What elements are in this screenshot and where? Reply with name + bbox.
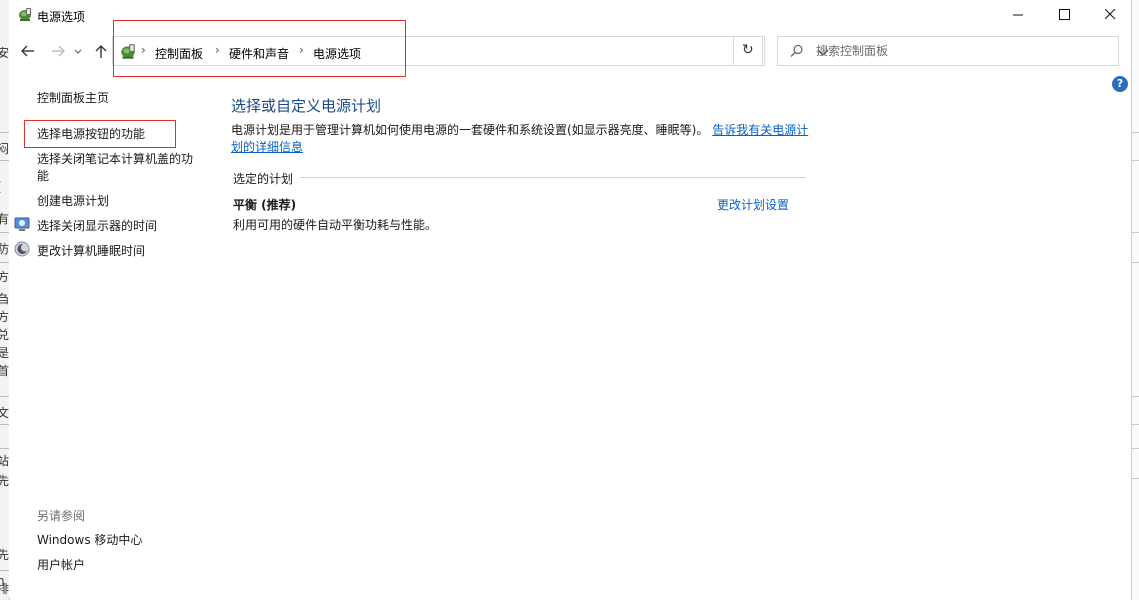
background-text-fragment: 安 — [0, 44, 9, 61]
background-divider — [1132, 396, 1139, 397]
minimize-button[interactable] — [995, 0, 1041, 30]
background-divider — [1132, 478, 1139, 479]
annotation-box-power-button — [24, 120, 176, 148]
search-input[interactable] — [816, 42, 1106, 60]
background-divider — [0, 448, 9, 449]
background-divider — [0, 570, 9, 571]
background-window-right — [1131, 0, 1139, 600]
background-divider — [1132, 448, 1139, 449]
learn-more-link-part-1[interactable]: 告诉我有关电源计 — [712, 123, 808, 137]
search-icon — [790, 44, 803, 57]
see-also-mobility-center[interactable]: Windows 移动中心 — [37, 531, 142, 548]
background-divider — [0, 424, 9, 425]
power-options-window: 电源选项 › 控制面板 › 硬件和声音 › 电源选项 ↻ 搜索控制面板 ? 控制… — [9, 0, 1131, 597]
search-box[interactable] — [777, 36, 1119, 66]
background-text-fragment: 先 — [0, 472, 9, 489]
background-divider — [1132, 262, 1139, 263]
page-title: 选择或自定义电源计划 — [231, 97, 382, 115]
plan-name: 平衡 (推荐) — [233, 198, 297, 212]
plan-description: 利用可用的硬件自动平衡功耗与性能。 — [233, 218, 438, 232]
recent-locations-chevron-icon[interactable] — [73, 42, 83, 60]
close-icon — [1105, 9, 1116, 20]
power-options-icon — [19, 8, 31, 21]
maximize-button[interactable] — [1041, 0, 1087, 30]
refresh-button[interactable]: ↻ — [733, 36, 763, 66]
section-divider — [300, 177, 806, 178]
help-icon[interactable]: ? — [1112, 76, 1128, 92]
sidebar-item-lid-close[interactable]: 选择关闭笔记本计算机盖的功 — [37, 150, 193, 167]
annotation-box-breadcrumb — [113, 20, 406, 77]
background-divider — [1132, 232, 1139, 233]
sidebar-item-lid-close-wrap[interactable]: 能 — [37, 167, 49, 184]
selected-plan-heading: 选定的计划 — [233, 172, 294, 186]
sidebar-item-display-off[interactable]: 选择关闭显示器的时间 — [37, 217, 157, 234]
background-divider — [0, 132, 9, 133]
background-text-fragment: ( — [0, 180, 2, 194]
sleep-moon-icon — [14, 241, 30, 257]
background-text-fragment: 方 — [0, 268, 9, 285]
background-text-fragment: 防 — [0, 240, 9, 257]
background-text-fragment: 站 — [0, 452, 9, 469]
change-plan-settings-link[interactable]: 更改计划设置 — [717, 196, 789, 213]
background-divider — [1132, 132, 1139, 133]
see-also-user-accounts[interactable]: 用户帐户 — [37, 556, 85, 573]
background-divider — [0, 262, 9, 263]
background-divider — [0, 396, 9, 397]
background-text-fragment: 排 — [0, 580, 9, 597]
background-divider — [0, 232, 9, 233]
background-text-fragment: 文 — [0, 404, 9, 421]
background-text-fragment: 首 — [0, 362, 9, 379]
back-arrow-icon[interactable] — [19, 42, 37, 60]
background-text-fragment: 有 — [0, 210, 9, 227]
window-title: 电源选项 — [37, 10, 86, 24]
maximize-icon — [1059, 9, 1070, 20]
sidebar-item-sleep-time[interactable]: 更改计算机睡眠时间 — [37, 242, 145, 259]
up-arrow-icon[interactable] — [92, 42, 110, 60]
monitor-icon — [14, 217, 30, 231]
background-text-fragment: 兑 — [0, 326, 9, 343]
background-text-fragment: 方 — [0, 308, 9, 325]
sidebar-item-create-plan[interactable]: 创建电源计划 — [37, 192, 109, 209]
forward-arrow-icon[interactable] — [49, 42, 67, 60]
minimize-icon — [1013, 14, 1023, 16]
background-text-fragment: 闷 — [0, 140, 9, 157]
background-text-fragment: 是 — [0, 344, 9, 361]
see-also-heading: 另请参阅 — [37, 509, 86, 523]
background-text-fragment: 刍 — [0, 290, 9, 307]
learn-more-link-part-2[interactable]: 划的详细信息 — [231, 140, 303, 154]
sidebar-control-panel-home[interactable]: 控制面板主页 — [37, 89, 109, 106]
background-divider — [1132, 160, 1139, 161]
background-divider — [0, 160, 9, 161]
description-text: 电源计划是用于管理计算机如何使用电源的一套硬件和系统设置(如显示器亮度、睡眠等)… — [231, 123, 709, 137]
background-text-fragment: 先 — [0, 546, 9, 563]
background-divider — [1132, 424, 1139, 425]
background-divider — [0, 478, 9, 479]
page-description: 电源计划是用于管理计算机如何使用电源的一套硬件和系统设置(如显示器亮度、睡眠等)… — [231, 122, 811, 156]
close-button[interactable] — [1087, 0, 1133, 30]
refresh-icon: ↻ — [742, 42, 754, 58]
